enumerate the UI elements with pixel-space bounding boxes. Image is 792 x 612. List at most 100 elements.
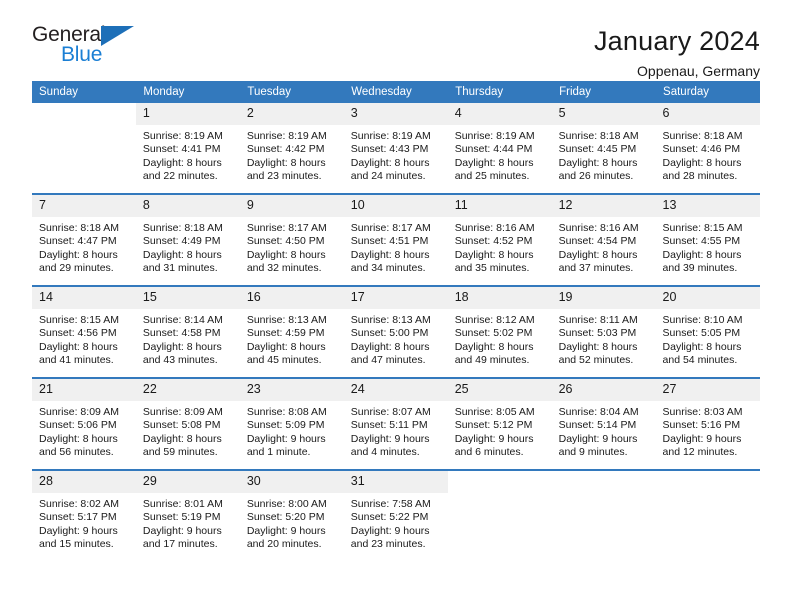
day-number [656, 471, 760, 491]
calendar-day-cell[interactable]: 4 Sunrise: 8:19 AM Sunset: 4:44 PM Daylight… [447, 103, 552, 194]
day-info-line: and 12 minutes. [662, 446, 738, 459]
day-info-line: Daylight: 8 hours [142, 156, 222, 169]
day-info-line: Daylight: 8 hours [454, 156, 534, 169]
day-info-line: Sunset: 4:43 PM [350, 143, 429, 156]
day-info-line: Sunset: 5:16 PM [662, 419, 741, 432]
calendar-day-cell[interactable]: 21 Sunrise: 8:09 AM Sunset: 5:06 PM Dayligh… [32, 377, 136, 470]
calendar-day-cell[interactable]: 24 Sunrise: 8:07 AM Sunset: 5:11 PM Dayligh… [343, 377, 448, 470]
day-cell-content: 2 Sunrise: 8:19 AM Sunset: 4:42 PM Daylight… [239, 103, 344, 193]
calendar-day-cell[interactable]: 2 Sunrise: 8:19 AM Sunset: 4:42 PM Daylight… [239, 103, 344, 194]
day-info-line: Sunrise: 8:07 AM [350, 405, 431, 418]
day-info-line: Sunrise: 8:08 AM [246, 405, 327, 418]
weekday-header-saturday: Saturday [655, 81, 760, 103]
day-info-line: and 45 minutes. [246, 354, 322, 367]
day-cell-content: 7 Sunrise: 8:18 AM Sunset: 4:47 PM Daylight… [32, 195, 136, 285]
day-cell-content: 25 Sunrise: 8:05 AM Sunset: 5:12 PM Dayligh… [447, 379, 552, 469]
calendar-day-cell[interactable]: 5 Sunrise: 8:18 AM Sunset: 4:45 PM Daylight… [551, 103, 656, 194]
day-number: 22 [135, 379, 240, 401]
calendar-day-cell[interactable]: 23 Sunrise: 8:08 AM Sunset: 5:09 PM Dayligh… [239, 377, 344, 470]
day-info-line: Sunset: 5:09 PM [246, 419, 325, 432]
day-info-line: Daylight: 8 hours [558, 340, 638, 353]
calendar-page: General Blue January 2024 Oppenau, Germa… [0, 0, 792, 612]
day-info-line: Daylight: 8 hours [39, 248, 118, 261]
calendar-day-cell[interactable]: 3 Sunrise: 8:19 AM Sunset: 4:43 PM Daylight… [343, 103, 448, 194]
day-sun-info: Sunrise: 8:13 AM Sunset: 5:00 PM Daylight:… [344, 309, 448, 368]
day-number: 24 [343, 379, 448, 401]
calendar-day-cell[interactable]: 30 Sunrise: 8:00 AM Sunset: 5:20 PM Dayligh… [239, 469, 344, 561]
calendar-day-cell[interactable]: 17 Sunrise: 8:13 AM Sunset: 5:00 PM Dayligh… [343, 285, 448, 378]
calendar-day-cell[interactable]: 12 Sunrise: 8:16 AM Sunset: 4:54 PM Dayligh… [551, 193, 656, 286]
day-info-line: and 31 minutes. [142, 262, 218, 275]
day-info-line: Daylight: 8 hours [246, 156, 326, 169]
day-info-line: Sunrise: 8:18 AM [662, 129, 743, 142]
day-info-line: Daylight: 8 hours [558, 156, 638, 169]
calendar-day-cell[interactable]: 13 Sunrise: 8:15 AM Sunset: 4:55 PM Dayligh… [655, 193, 760, 286]
calendar-day-cell[interactable]: 6 Sunrise: 8:18 AM Sunset: 4:46 PM Daylight… [655, 103, 760, 194]
calendar-day-cell[interactable]: 8 Sunrise: 8:18 AM Sunset: 4:49 PM Daylight… [135, 193, 240, 286]
calendar-day-cell[interactable]: 25 Sunrise: 8:05 AM Sunset: 5:12 PM Dayligh… [447, 377, 552, 470]
general-blue-logo[interactable]: General Blue [32, 24, 152, 70]
day-number: 18 [447, 287, 552, 309]
day-sun-info: Sunrise: 8:14 AM Sunset: 4:58 PM Daylight:… [136, 309, 240, 368]
calendar-table: Sunday Monday Tuesday Wednesday Thursday Frid… [32, 81, 760, 561]
calendar-day-cell[interactable]: 26 Sunrise: 8:04 AM Sunset: 5:14 PM Dayligh… [551, 377, 656, 470]
day-info-line: and 37 minutes. [558, 262, 634, 275]
calendar-day-cell[interactable]: 14 Sunrise: 8:15 AM Sunset: 4:56 PM Dayligh… [32, 285, 136, 378]
day-info-line: Sunset: 4:46 PM [662, 143, 741, 156]
day-number: 30 [239, 471, 344, 493]
calendar-day-cell[interactable]: 7 Sunrise: 8:18 AM Sunset: 4:47 PM Daylight… [32, 193, 136, 286]
day-info-line: and 52 minutes. [558, 354, 634, 367]
calendar-day-cell[interactable]: 16 Sunrise: 8:13 AM Sunset: 4:59 PM Dayligh… [239, 285, 344, 378]
day-cell-content [32, 103, 136, 193]
day-info-line: Sunrise: 8:15 AM [662, 221, 743, 234]
day-info-line: Daylight: 8 hours [350, 156, 430, 169]
day-sun-info: Sunrise: 8:17 AM Sunset: 4:50 PM Daylight:… [240, 217, 344, 276]
calendar-day-cell[interactable]: 29 Sunrise: 8:01 AM Sunset: 5:19 PM Dayligh… [135, 469, 240, 561]
day-info-line: and 23 minutes. [246, 170, 322, 183]
calendar-day-cell[interactable]: 28 Sunrise: 8:02 AM Sunset: 5:17 PM Dayligh… [32, 469, 136, 561]
day-info-line: Sunrise: 8:01 AM [142, 497, 223, 510]
weekday-header-tuesday: Tuesday [239, 81, 345, 103]
day-sun-info: Sunrise: 8:08 AM Sunset: 5:09 PM Daylight:… [240, 401, 344, 460]
day-number [32, 103, 136, 123]
day-info-line: Sunrise: 8:05 AM [454, 405, 535, 418]
day-number: 1 [135, 103, 240, 125]
day-info-line: Daylight: 8 hours [662, 156, 742, 169]
day-info-line: Sunrise: 8:17 AM [350, 221, 431, 234]
day-info-line: Sunrise: 8:11 AM [558, 313, 638, 326]
day-info-line: Sunset: 4:55 PM [662, 235, 741, 248]
day-number: 21 [32, 379, 136, 401]
day-info-line: and 15 minutes. [39, 538, 114, 551]
day-cell-content: 17 Sunrise: 8:13 AM Sunset: 5:00 PM Dayligh… [343, 287, 448, 377]
day-info-line: and 22 minutes. [142, 170, 218, 183]
page-title: January 2024 [593, 26, 760, 56]
calendar-day-cell[interactable]: 20 Sunrise: 8:10 AM Sunset: 5:05 PM Dayligh… [655, 285, 760, 378]
day-sun-info: Sunrise: 8:09 AM Sunset: 5:08 PM Daylight:… [136, 401, 240, 460]
calendar-day-cell[interactable]: 1 Sunrise: 8:19 AM Sunset: 4:41 PM Daylight… [135, 103, 240, 194]
day-info-line: and 20 minutes. [246, 538, 322, 551]
calendar-body: 1 Sunrise: 8:19 AM Sunset: 4:41 PM Daylight… [32, 103, 760, 561]
calendar-day-cell[interactable]: 9 Sunrise: 8:17 AM Sunset: 4:50 PM Daylight… [239, 193, 344, 286]
calendar-header-row: Sunday Monday Tuesday Wednesday Thursday Frid… [32, 81, 760, 103]
day-info-line: Sunrise: 8:19 AM [350, 129, 431, 142]
day-sun-info: Sunrise: 8:19 AM Sunset: 4:43 PM Daylight:… [344, 125, 448, 184]
calendar-day-cell[interactable]: 15 Sunrise: 8:14 AM Sunset: 4:58 PM Dayligh… [135, 285, 240, 378]
calendar-day-cell[interactable]: 11 Sunrise: 8:16 AM Sunset: 4:52 PM Dayligh… [447, 193, 552, 286]
day-info-line: and 34 minutes. [350, 262, 426, 275]
day-number [448, 471, 552, 491]
calendar-day-cell[interactable]: 31 Sunrise: 7:58 AM Sunset: 5:22 PM Dayligh… [343, 469, 448, 561]
calendar-day-cell[interactable]: 18 Sunrise: 8:12 AM Sunset: 5:02 PM Dayligh… [447, 285, 552, 378]
day-info-line: and 23 minutes. [350, 538, 426, 551]
calendar-day-cell[interactable]: 10 Sunrise: 8:17 AM Sunset: 4:51 PM Dayligh… [343, 193, 448, 286]
day-number: 23 [239, 379, 344, 401]
day-info-line: and 49 minutes. [454, 354, 530, 367]
day-number: 5 [551, 103, 656, 125]
day-info-line: and 41 minutes. [39, 354, 114, 367]
day-info-line: Sunset: 5:22 PM [350, 511, 429, 524]
calendar-day-cell[interactable]: 27 Sunrise: 8:03 AM Sunset: 5:16 PM Dayligh… [655, 377, 760, 470]
day-number: 28 [32, 471, 136, 493]
calendar-day-cell[interactable]: 22 Sunrise: 8:09 AM Sunset: 5:08 PM Dayligh… [135, 377, 240, 470]
calendar-day-cell[interactable]: 19 Sunrise: 8:11 AM Sunset: 5:03 PM Dayligh… [551, 285, 656, 378]
day-info-line: Sunset: 4:59 PM [246, 327, 325, 340]
day-info-line: and 32 minutes. [246, 262, 322, 275]
